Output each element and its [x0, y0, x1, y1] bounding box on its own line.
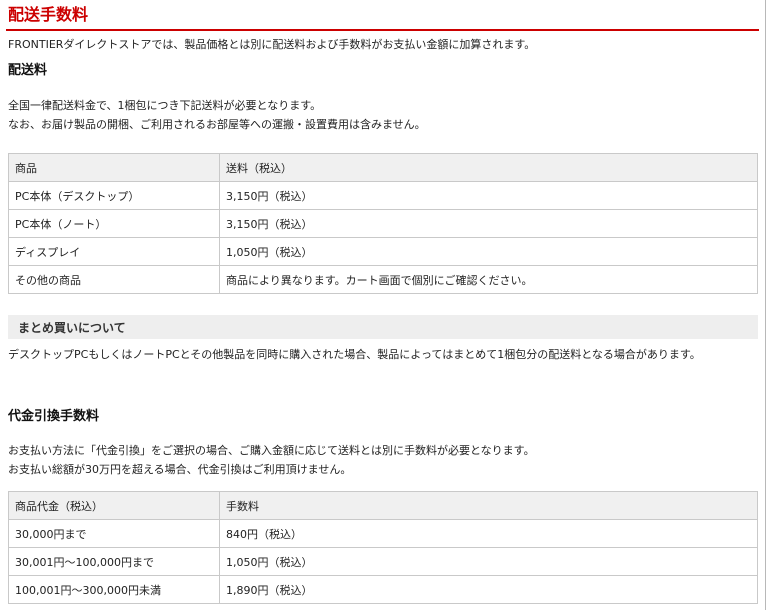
intro-text: FRONTIERダイレクトストアでは、製品価格とは別に配送料および手数料がお支払… [8, 38, 536, 51]
cod-fee-table: 商品代金（税込） 手数料 30,000円まで 840円（税込） 30,001円～… [8, 491, 758, 604]
cod-heading: 代金引換手数料 [8, 409, 100, 424]
column-header: 商品 [8, 153, 220, 182]
amount-cell: 30,001円～100,000円まで [8, 547, 220, 576]
table-row: 100,001円～300,000円未満 1,890円（税込） [8, 575, 758, 604]
amount-cell: 100,001円～300,000円未満 [8, 575, 220, 604]
bulk-purchase-text: デスクトップPCもしくはノートPCとその他製品を同時に購入された場合、製品によっ… [8, 348, 701, 361]
fee-cell: 1,050円（税込） [219, 237, 758, 266]
fee-cell: 1,890円（税込） [219, 575, 758, 604]
cod-notes: お支払い方法に「代金引換」をご選択の場合、ご購入金額に応じて送料とは別に手数料が… [8, 441, 535, 479]
shipping-notes: 全国一律配送料金で、1梱包につき下記送料が必要となります。 なお、お届け製品の開… [8, 96, 426, 134]
bulk-purchase-heading-bar: まとめ買いについて [8, 315, 758, 339]
table-row: PC本体（ノート） 3,150円（税込） [8, 209, 758, 238]
fee-cell: 840円（税込） [219, 519, 758, 548]
table-row: ディスプレイ 1,050円（税込） [8, 237, 758, 266]
product-cell: PC本体（デスクトップ） [8, 181, 220, 210]
page-edge-divider [765, 0, 766, 610]
table-row: その他の商品 商品により異なります。カート画面で個別にご確認ください。 [8, 265, 758, 294]
cod-note: お支払い方法に「代金引換」をご選択の場合、ご購入金額に応じて送料とは別に手数料が… [8, 444, 535, 457]
column-header: 手数料 [219, 491, 758, 520]
product-cell: その他の商品 [8, 265, 220, 294]
bulk-purchase-heading: まとめ買いについて [18, 321, 126, 335]
shipping-note: なお、お届け製品の開梱、ご利用されるお部屋等への運搬・設置費用は含みません。 [8, 118, 426, 131]
shipping-fee-table: 商品 送料（税込） PC本体（デスクトップ） 3,150円（税込） PC本体（ノ… [8, 153, 758, 294]
title-divider [6, 29, 759, 31]
table-header-row: 商品 送料（税込） [8, 153, 758, 182]
amount-cell: 30,000円まで [8, 519, 220, 548]
shipping-heading: 配送料 [8, 63, 48, 78]
product-cell: PC本体（ノート） [8, 209, 220, 238]
cod-note: お支払い総額が30万円を超える場合、代金引換はご利用頂けません。 [8, 463, 352, 476]
shipping-note: 全国一律配送料金で、1梱包につき下記送料が必要となります。 [8, 99, 322, 112]
product-cell: ディスプレイ [8, 237, 220, 266]
table-row: PC本体（デスクトップ） 3,150円（税込） [8, 181, 758, 210]
fee-cell: 1,050円（税込） [219, 547, 758, 576]
fee-cell: 商品により異なります。カート画面で個別にご確認ください。 [219, 265, 758, 294]
table-row: 30,000円まで 840円（税込） [8, 519, 758, 548]
fee-cell: 3,150円（税込） [219, 209, 758, 238]
column-header: 送料（税込） [219, 153, 758, 182]
column-header: 商品代金（税込） [8, 491, 220, 520]
page-title: 配送手数料 [8, 5, 89, 24]
table-header-row: 商品代金（税込） 手数料 [8, 491, 758, 520]
fee-cell: 3,150円（税込） [219, 181, 758, 210]
table-row: 30,001円～100,000円まで 1,050円（税込） [8, 547, 758, 576]
